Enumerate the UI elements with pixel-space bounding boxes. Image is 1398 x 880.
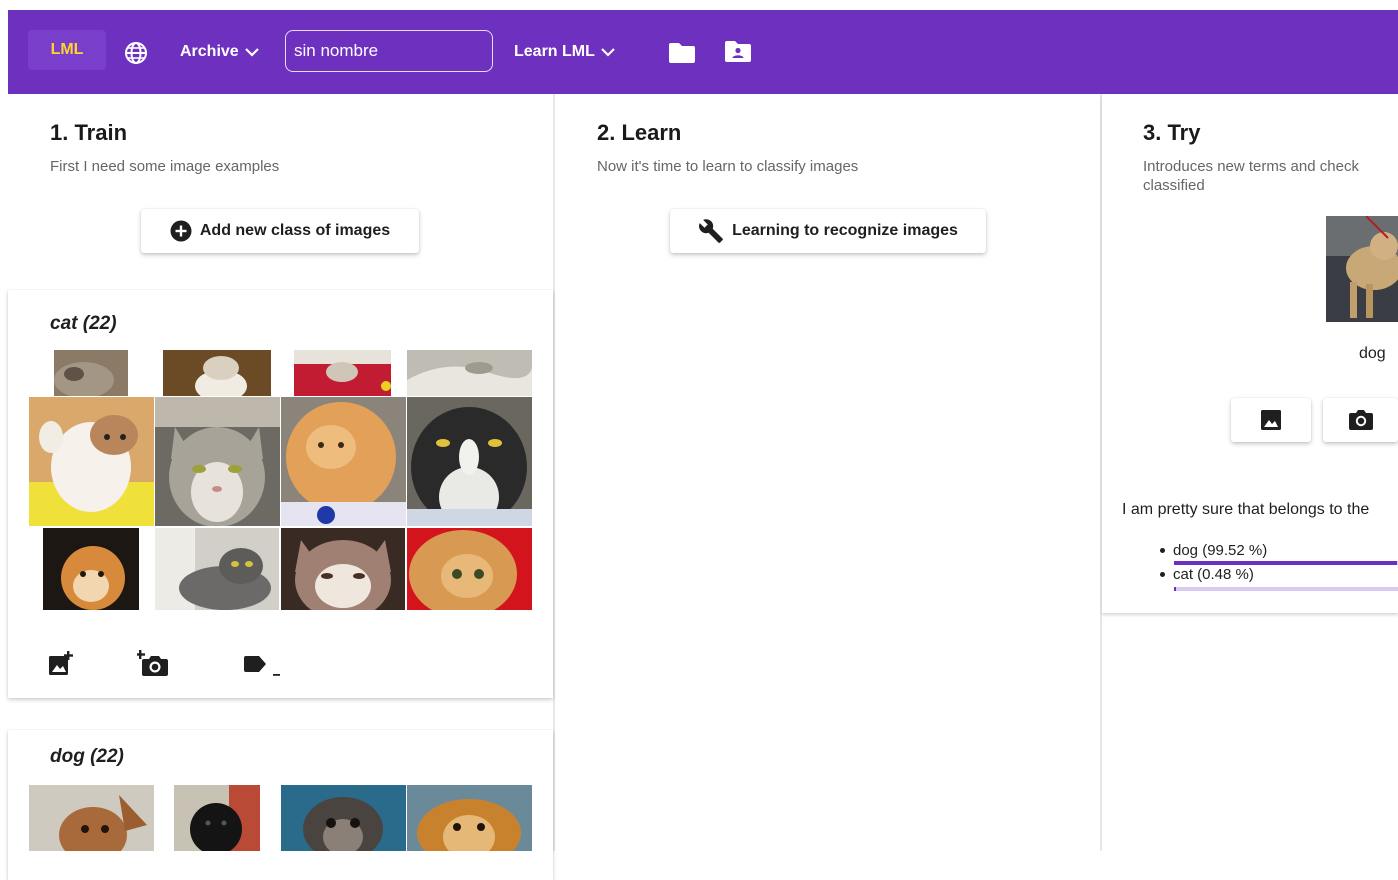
logo-button[interactable]: LML xyxy=(28,30,106,70)
add-class-button[interactable]: Add new class of images xyxy=(141,209,419,253)
cat-image-thumbnail[interactable] xyxy=(29,397,154,526)
cat-image-thumbnail[interactable] xyxy=(407,397,532,526)
archive-menu[interactable]: Archive xyxy=(180,43,259,61)
try-title: 3. Try xyxy=(1143,120,1201,145)
upload-image-button[interactable] xyxy=(1231,398,1311,442)
confidence-bar-fill-dog xyxy=(1174,561,1397,565)
train-subtitle: First I need some image examples xyxy=(50,158,280,175)
cat-image-thumbnail[interactable] xyxy=(155,528,279,610)
language-globe-icon[interactable] xyxy=(124,41,148,65)
dog-image-thumbnail[interactable] xyxy=(281,785,406,851)
cat-image-thumbnail[interactable] xyxy=(407,350,532,396)
confidence-bar-fill-cat xyxy=(1174,587,1176,591)
learn-lml-menu[interactable]: Learn LML xyxy=(514,43,615,61)
add-class-label: Add new class of images xyxy=(199,222,391,239)
train-title: 1. Train xyxy=(50,120,128,145)
cat-image-thumbnail[interactable] xyxy=(281,528,405,610)
add-camera-photo-icon[interactable] xyxy=(137,650,169,678)
shared-folder-icon[interactable] xyxy=(724,40,752,64)
learn-button-label: Learning to recognize images xyxy=(732,222,958,239)
result-item-dog: dog (99.52 %) xyxy=(1160,542,1267,559)
cat-image-thumbnail[interactable] xyxy=(54,350,128,396)
top-app-bar: LML Archive Learn LML xyxy=(8,10,1398,94)
test-image-preview xyxy=(1326,216,1398,322)
predicted-label: dog xyxy=(1359,345,1386,362)
result-label-dog: dog (99.52 %) xyxy=(1173,542,1268,559)
bullet xyxy=(1160,548,1165,553)
class-title-dog: dog (22) xyxy=(50,746,124,767)
archive-menu-label: Archive xyxy=(180,43,239,60)
dog-image-thumbnail[interactable] xyxy=(29,785,154,851)
chevron-down-icon xyxy=(244,48,259,57)
try-subtitle: Introduces new terms and check classifie… xyxy=(1143,158,1359,194)
learn-subtitle: Now it's time to learn to classify image… xyxy=(597,158,859,175)
result-sentence: I am pretty sure that belongs to the xyxy=(1122,501,1370,518)
cat-image-thumbnail[interactable] xyxy=(155,397,280,526)
dog-image-thumbnail[interactable] xyxy=(174,785,260,851)
learn-lml-menu-label: Learn LML xyxy=(514,43,595,60)
result-item-cat: cat (0.48 %) xyxy=(1160,566,1254,583)
add-circle-icon xyxy=(170,220,192,242)
folder-icon[interactable] xyxy=(668,42,696,64)
confidence-bar-track-cat xyxy=(1174,587,1398,591)
learn-button[interactable]: Learning to recognize images xyxy=(670,209,986,253)
column-divider xyxy=(553,94,555,851)
image-icon xyxy=(1261,410,1281,430)
cat-image-thumbnail[interactable] xyxy=(281,397,406,526)
project-name-input[interactable] xyxy=(285,30,493,72)
chevron-down-icon xyxy=(601,48,615,57)
cat-image-thumbnail[interactable] xyxy=(163,350,271,396)
bullet xyxy=(1160,572,1165,577)
add-image-icon[interactable] xyxy=(48,651,74,677)
cat-image-thumbnail[interactable] xyxy=(407,528,532,610)
result-label-cat: cat (0.48 %) xyxy=(1173,566,1254,583)
camera-icon xyxy=(1348,410,1373,430)
rename-label-icon[interactable] xyxy=(243,655,283,677)
learn-title: 2. Learn xyxy=(597,120,682,145)
cat-image-thumbnail[interactable] xyxy=(43,528,139,610)
class-title-cat: cat (22) xyxy=(50,313,117,334)
wrench-icon xyxy=(699,219,723,243)
cat-image-thumbnail[interactable] xyxy=(294,350,391,396)
dog-image-thumbnail[interactable] xyxy=(407,785,532,851)
camera-capture-button[interactable] xyxy=(1323,398,1398,442)
